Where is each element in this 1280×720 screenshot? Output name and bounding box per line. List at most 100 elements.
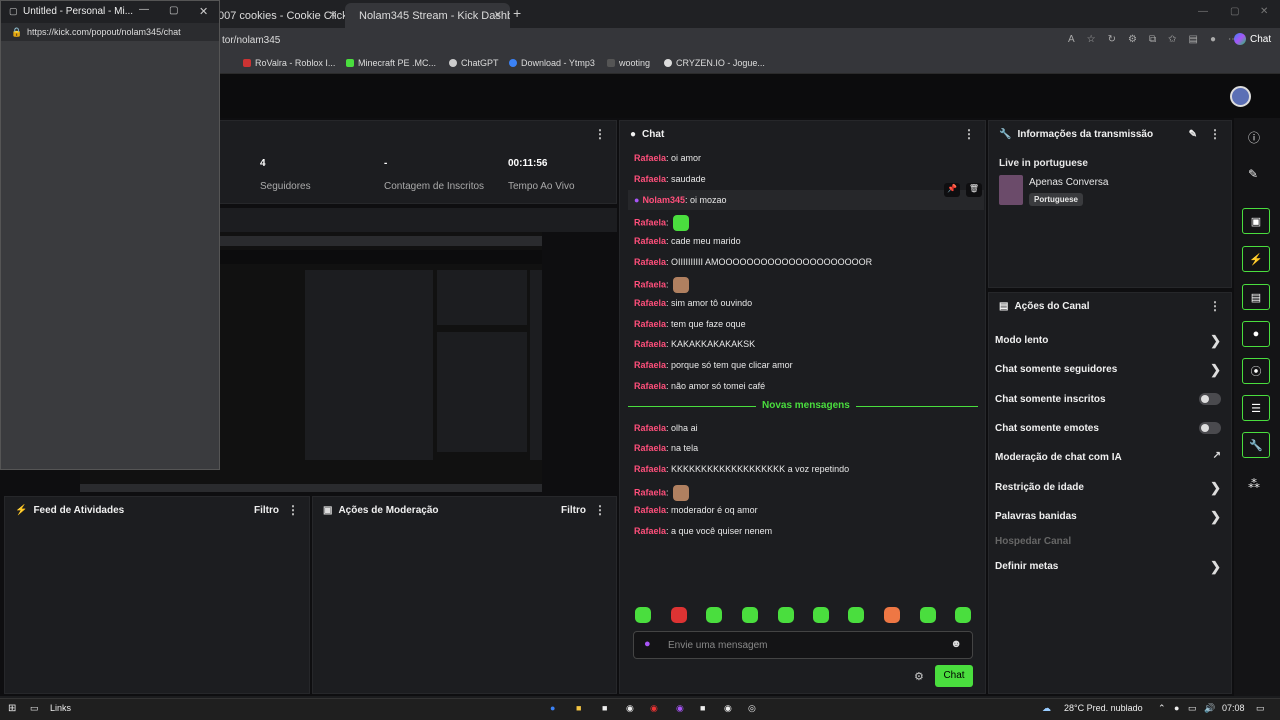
chat-username[interactable]: Rafaela xyxy=(634,174,666,184)
bookmark-rovalra[interactable]: RoValra - Roblox I... xyxy=(243,58,335,68)
emotes-only-toggle[interactable] xyxy=(1199,422,1221,434)
popup-close-icon[interactable]: ✕ xyxy=(199,5,208,18)
task-view-icon[interactable]: ▭ xyxy=(30,703,39,714)
bookmark-wooting[interactable]: wooting xyxy=(607,58,650,68)
subscribers-only-toggle[interactable] xyxy=(1199,393,1221,405)
moderation-filter-button[interactable]: Filtro xyxy=(561,505,586,516)
bookmark-ytmp3[interactable]: Download - Ytmp3 xyxy=(509,58,595,68)
chat-message[interactable]: Rafaela: sim amor tô ouvindo xyxy=(634,298,752,308)
sidebar-button-tools[interactable]: 🔧 xyxy=(1242,432,1270,458)
close-window-icon[interactable]: ✕ xyxy=(1260,6,1268,17)
close-tab-icon[interactable]: ✕ xyxy=(494,10,502,21)
action-emotes-only[interactable]: Chat somente emotes xyxy=(995,422,1225,434)
emote-icon[interactable] xyxy=(920,607,936,623)
chat-username[interactable]: Nolam345 xyxy=(642,195,685,205)
collections-icon[interactable]: ▤ xyxy=(1189,34,1198,45)
emote-icon[interactable] xyxy=(813,607,829,623)
chat-username[interactable]: Rafaela xyxy=(634,443,666,453)
chat-message[interactable]: Rafaela: KKKKKKKKKKKKKKKKKKK a voz repet… xyxy=(634,464,849,474)
chat-message[interactable]: Rafaela: olha ai xyxy=(634,423,698,433)
notification-icon[interactable]: ▭ xyxy=(1256,703,1265,714)
extensions-icon[interactable]: ⚙ xyxy=(1128,34,1137,45)
network-icon[interactable]: ▭ xyxy=(1188,703,1197,714)
split-screen-icon[interactable]: ⧉ xyxy=(1149,34,1156,45)
url-field[interactable]: tor/nolam345 xyxy=(222,35,280,46)
emote-icon[interactable] xyxy=(884,607,900,623)
app-icon[interactable]: ◎ xyxy=(748,703,756,714)
chat-message[interactable]: Rafaela: oi amor xyxy=(634,153,701,163)
emote-icon[interactable] xyxy=(778,607,794,623)
app-icon[interactable]: ◉ xyxy=(676,703,684,714)
tray-chevron-icon[interactable]: ⌃ xyxy=(1158,703,1166,714)
chat-message[interactable]: Rafaela: não amor só tomei café xyxy=(634,381,765,391)
start-icon[interactable]: ⊞ xyxy=(8,703,16,714)
more-tools-icon[interactable]: ⁂ xyxy=(1248,477,1260,491)
chat-username[interactable]: Rafaela xyxy=(634,526,666,536)
chat-username[interactable]: Rafaela xyxy=(634,257,666,267)
delete-message-icon[interactable]: 🗑 xyxy=(966,183,982,197)
chat-send-button[interactable]: Chat xyxy=(935,665,973,687)
info-icon[interactable]: ⓘ xyxy=(1248,129,1260,146)
moderation-more-icon[interactable]: ⋮ xyxy=(594,503,606,517)
bookmark-minecraft[interactable]: Minecraft PE .MC... xyxy=(346,58,436,68)
action-followers-only[interactable]: Chat somente seguidores ❯ xyxy=(995,362,1225,377)
chat-username[interactable]: Rafaela xyxy=(634,487,666,497)
chat-message[interactable]: Rafaela: porque só tem que clicar amor xyxy=(634,360,793,370)
pin-message-icon[interactable]: 📌 xyxy=(944,183,960,197)
chat-username[interactable]: Rafaela xyxy=(634,217,666,227)
chat-message[interactable]: Rafaela: xyxy=(634,277,690,293)
tab-cookie-clicker[interactable]: 007 cookies - Cookie Clicker ✕ xyxy=(210,3,345,28)
chat-message[interactable]: Rafaela: OIIIIIIIIII AMOOOOOOOOOOOOOOOOO… xyxy=(634,257,872,267)
minimize-icon[interactable]: — xyxy=(1198,6,1208,17)
copilot-chat-button[interactable]: Chat xyxy=(1234,33,1271,45)
emote-icon[interactable] xyxy=(742,607,758,623)
chat-username[interactable]: Rafaela xyxy=(634,360,666,370)
profile-icon[interactable]: ● xyxy=(1210,34,1216,45)
chat-username[interactable]: Rafaela xyxy=(634,319,666,329)
action-age-restriction[interactable]: Restrição de idade ❯ xyxy=(995,480,1225,495)
favorite-star-icon[interactable]: ☆ xyxy=(1087,34,1096,45)
emote-icon[interactable] xyxy=(635,607,651,623)
stats-more-icon[interactable]: ⋮ xyxy=(594,127,606,141)
chat-message[interactable]: ● Nolam345: oi mozao xyxy=(634,195,727,205)
bookmark-cryzen[interactable]: CRYZEN.IO - Jogue... xyxy=(664,58,765,68)
action-ai-moderation[interactable]: Moderação de chat com IA ↗ xyxy=(995,450,1225,463)
weather-text[interactable]: 28°C Pred. nublado xyxy=(1064,703,1143,713)
chat-username[interactable]: Rafaela xyxy=(634,423,666,433)
new-tab-icon[interactable]: + xyxy=(513,5,521,21)
app-icon[interactable]: ◉ xyxy=(724,703,732,714)
volume-icon[interactable]: 🔊 xyxy=(1204,703,1215,714)
emoji-picker-icon[interactable]: ☻ xyxy=(950,638,962,650)
chat-message[interactable]: Rafaela: cade meu marido xyxy=(634,236,741,246)
chat-username[interactable]: Rafaela xyxy=(634,298,666,308)
sidebar-button-chat[interactable]: ● xyxy=(1242,321,1270,347)
app-icon[interactable]: ◉ xyxy=(626,703,634,714)
emote-icon[interactable] xyxy=(955,607,971,623)
sidebar-button-broadcast[interactable]: ⦿ xyxy=(1242,358,1270,384)
store-icon[interactable]: ■ xyxy=(602,703,607,713)
chat-username[interactable]: Rafaela xyxy=(634,339,666,349)
emote-icon[interactable] xyxy=(671,607,687,623)
chat-message[interactable]: Rafaela: xyxy=(634,215,690,231)
emote-icon[interactable] xyxy=(706,607,722,623)
close-tab-icon[interactable]: ✕ xyxy=(329,10,337,21)
feed-filter-button[interactable]: Filtro xyxy=(254,505,279,516)
sidebar-button-screen[interactable]: ▣ xyxy=(1242,208,1270,234)
clock[interactable]: 07:08 xyxy=(1222,703,1245,713)
action-banned-words[interactable]: Palavras banidas ❯ xyxy=(995,509,1225,524)
refresh-icon[interactable]: ↻ xyxy=(1108,34,1116,45)
popup-minimize-icon[interactable]: — xyxy=(139,4,149,15)
read-aloud-icon[interactable]: A xyxy=(1068,34,1075,45)
chat-username[interactable]: Rafaela xyxy=(634,153,666,163)
chat-input[interactable]: ● Envie uma mensagem ☻ xyxy=(633,631,973,659)
chat-message[interactable]: Rafaela: a que você quiser nenem xyxy=(634,526,772,536)
chat-username[interactable]: Rafaela xyxy=(634,236,666,246)
chat-username[interactable]: Rafaela xyxy=(634,505,666,515)
action-slow-mode[interactable]: Modo lento ❯ xyxy=(995,333,1225,348)
chat-settings-icon[interactable]: ⚙ xyxy=(914,670,924,683)
chat-message[interactable]: Rafaela: xyxy=(634,485,690,501)
sidebar-button-document[interactable]: ▤ xyxy=(1242,284,1270,310)
sidebar-button-bolt[interactable]: ⚡ xyxy=(1242,246,1270,272)
app-icon[interactable]: ■ xyxy=(700,703,705,713)
bookmark-chatgpt[interactable]: ChatGPT xyxy=(449,58,499,68)
